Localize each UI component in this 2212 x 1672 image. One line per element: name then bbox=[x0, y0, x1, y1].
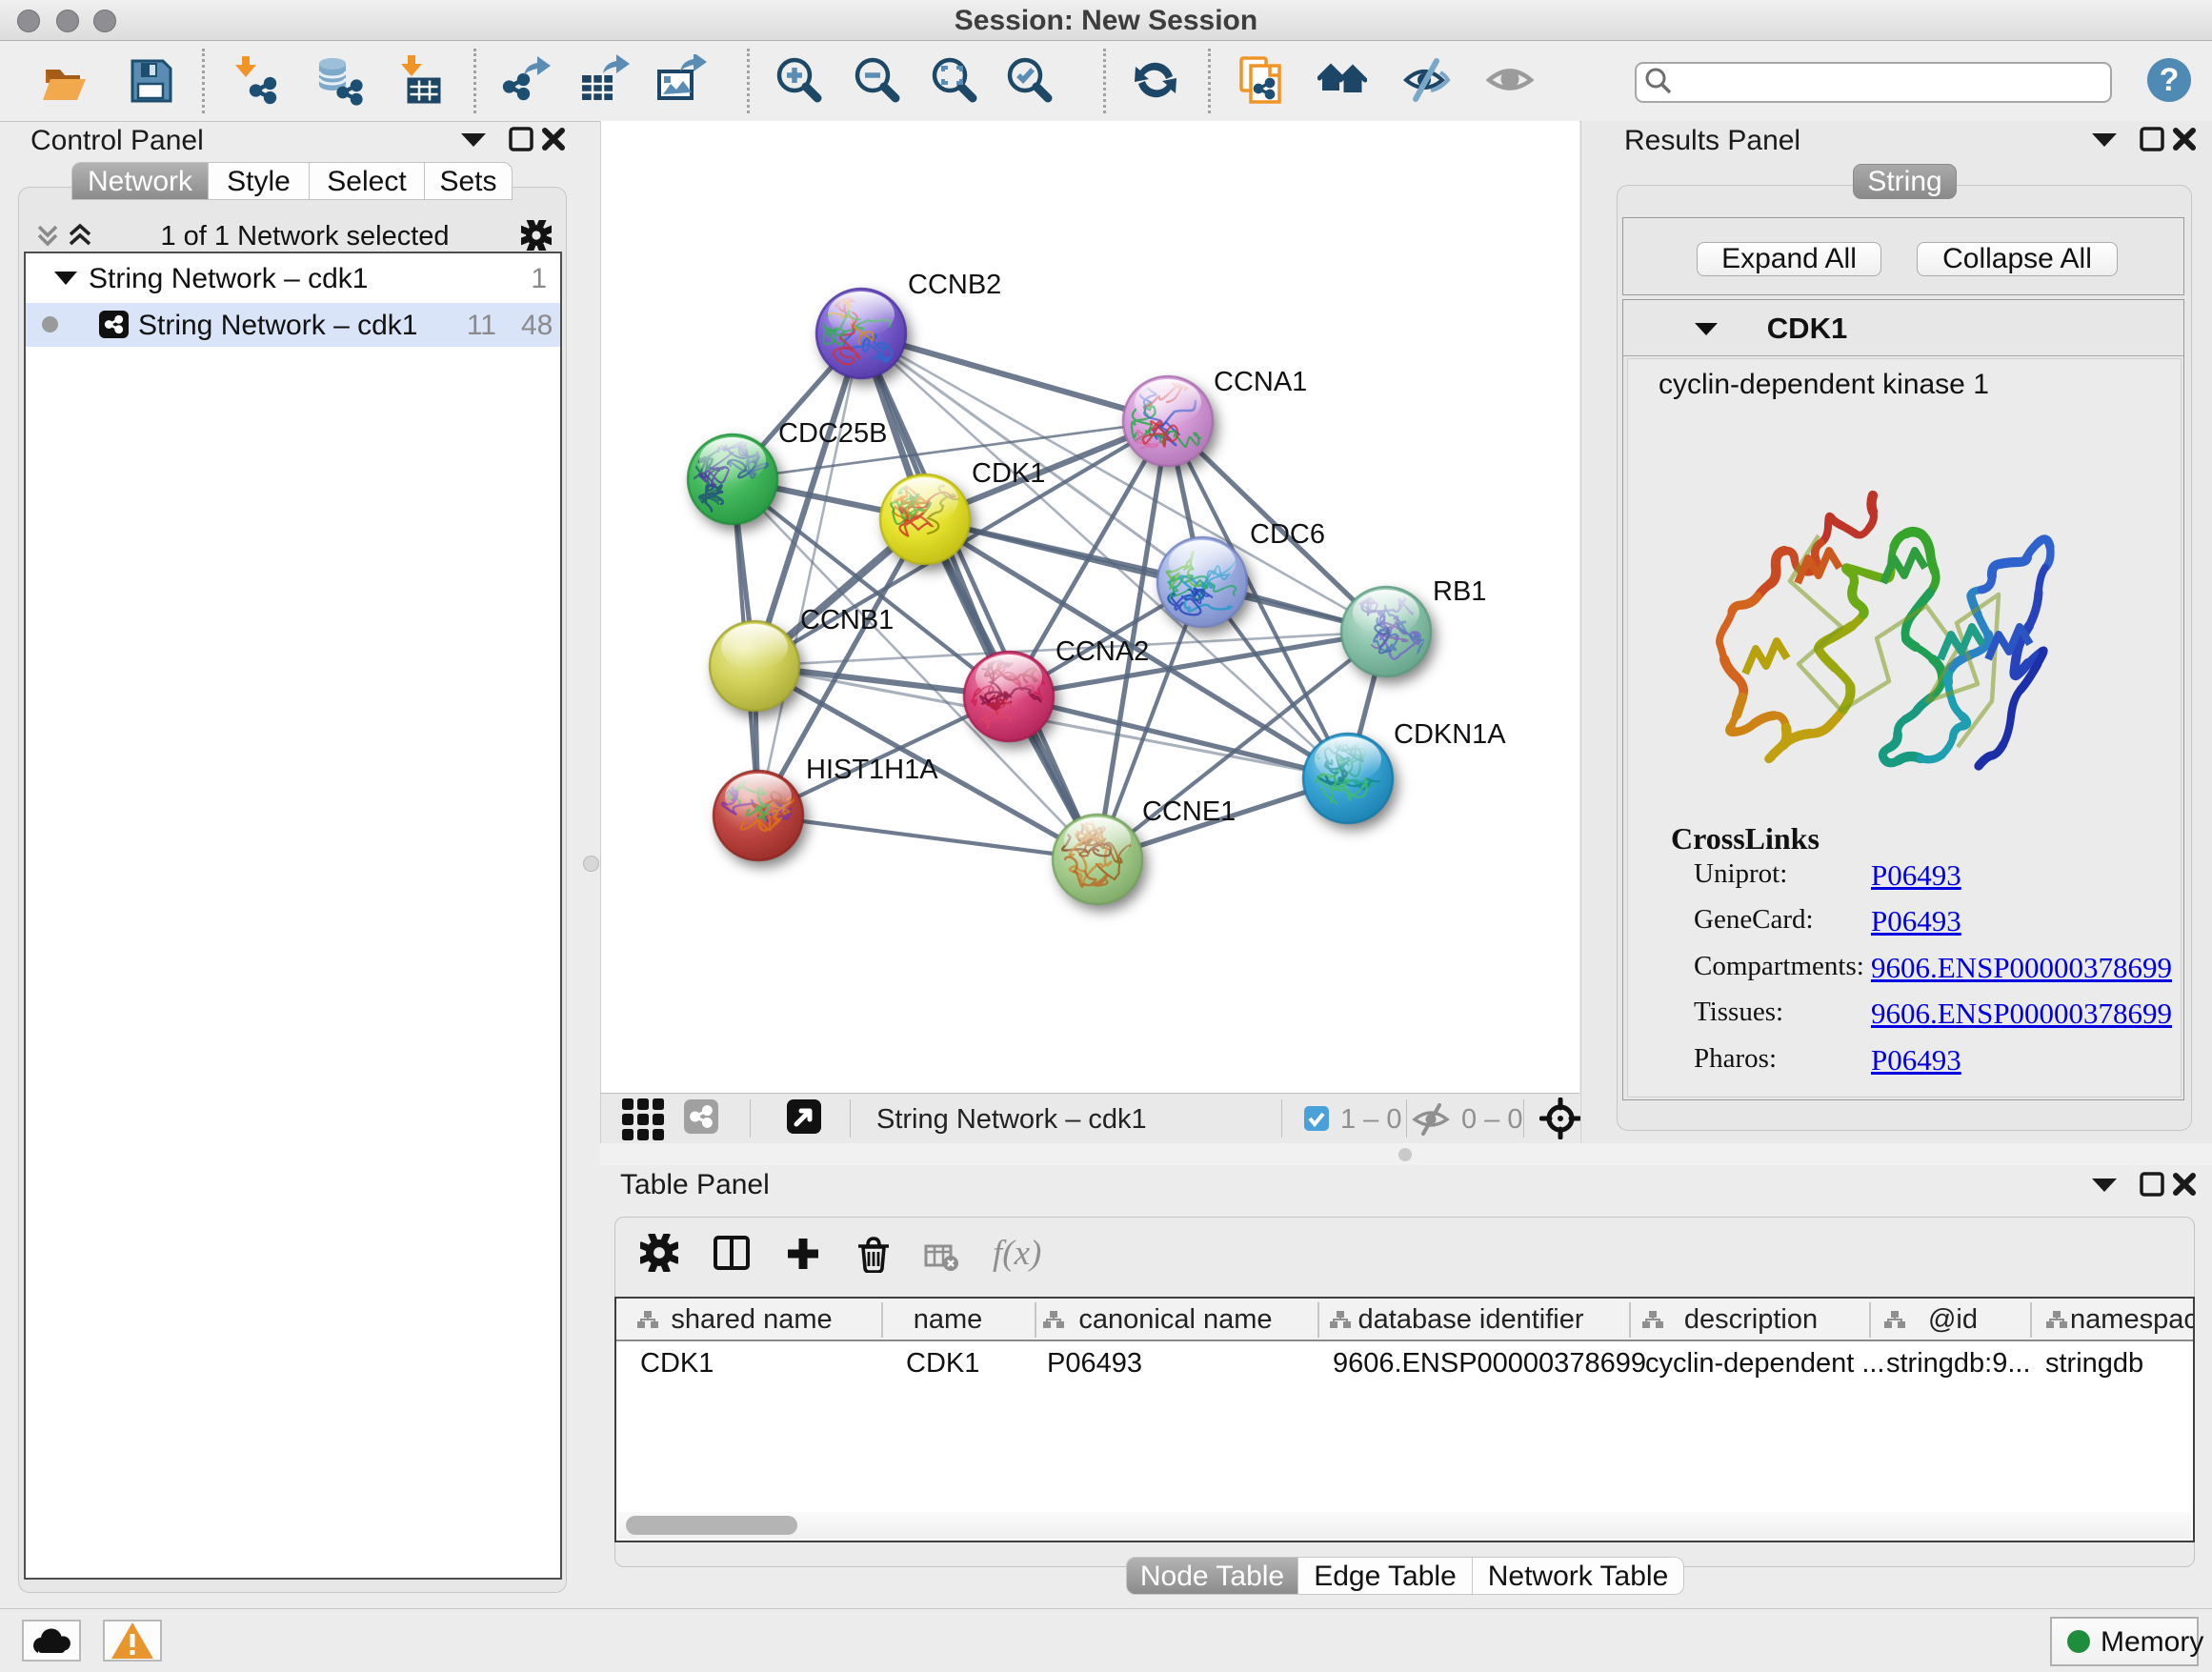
svg-text:CCNA1: CCNA1 bbox=[1214, 367, 1307, 397]
svg-text:CCNA2: CCNA2 bbox=[1056, 636, 1149, 667]
svg-text:RB1: RB1 bbox=[1433, 576, 1486, 607]
svg-text:CDC6: CDC6 bbox=[1250, 519, 1325, 550]
svg-text:CCNE1: CCNE1 bbox=[1142, 796, 1236, 827]
svg-text:CCNB2: CCNB2 bbox=[908, 270, 1001, 300]
svg-text:CDC25B: CDC25B bbox=[778, 418, 887, 449]
svg-text:HIST1H1A: HIST1H1A bbox=[806, 755, 938, 785]
svg-text:CCNB1: CCNB1 bbox=[800, 605, 894, 635]
svg-text:CDK1: CDK1 bbox=[972, 458, 1045, 489]
svg-text:CDKN1A: CDKN1A bbox=[1394, 719, 1506, 750]
